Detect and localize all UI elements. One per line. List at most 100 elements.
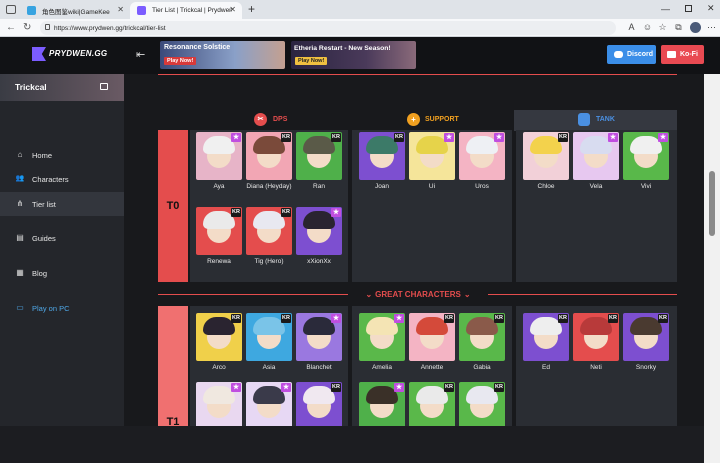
character-card[interactable]: ★ Vivi — [623, 132, 669, 196]
sidebar-item-home[interactable]: ⌂ Home — [0, 144, 124, 166]
character-portrait: ★ — [359, 313, 405, 361]
scrollbar-thumb[interactable] — [709, 171, 715, 236]
character-card[interactable]: KR Annette — [409, 313, 455, 377]
character-portrait: KR — [246, 132, 292, 180]
kr-badge: KR — [558, 133, 568, 142]
character-portrait: KR — [196, 313, 242, 361]
refresh-icon[interactable]: ↻ — [23, 22, 31, 34]
character-card[interactable]: KRMayo (Cool) — [296, 382, 342, 426]
discord-button[interactable]: Discord — [607, 45, 656, 64]
banner-play-button[interactable]: Play Now! — [295, 57, 328, 65]
character-card[interactable]: ★Epica — [196, 382, 242, 426]
banner-resonance-solstice[interactable]: Resonance Solstice Play Now! — [160, 41, 285, 69]
character-card[interactable]: ★ Uros — [459, 132, 505, 196]
tier-label-t0: T0 — [158, 130, 188, 282]
profile-icon[interactable] — [6, 5, 16, 14]
great-characters-label: GREAT CHARACTERS — [375, 290, 461, 299]
kofi-button[interactable]: Ko-Fi — [661, 45, 704, 64]
collapse-sidebar-icon[interactable]: ⇤ — [136, 48, 145, 61]
minimize-icon[interactable]: — — [661, 4, 670, 14]
discord-icon — [614, 51, 623, 58]
character-card[interactable]: ★Kidian — [246, 382, 292, 426]
kofi-label: Ko-Fi — [680, 51, 698, 58]
banner-etheria-restart[interactable]: Etheria Restart - New Season! Play Now! — [291, 41, 416, 69]
monitor-icon: ▭ — [16, 303, 24, 312]
newspaper-icon: ▦ — [16, 268, 24, 277]
logo-text: PRYDWEN.GG — [49, 49, 108, 58]
maximize-icon[interactable] — [685, 5, 692, 12]
character-card[interactable]: KR Ran — [296, 132, 342, 196]
logo[interactable]: PRYDWEN.GG — [32, 45, 107, 65]
close-tab-icon[interactable]: ✕ — [229, 5, 236, 14]
character-card[interactable]: KR Renewa — [196, 207, 242, 271]
character-card[interactable]: ★Hilde — [359, 382, 405, 426]
kr-badge: KR — [394, 133, 404, 142]
character-name: Gabia — [473, 364, 491, 371]
more-menu-icon[interactable]: ⋯ — [706, 22, 717, 33]
character-card[interactable]: KR Gabia — [459, 313, 505, 377]
character-card[interactable]: KR Arco — [196, 313, 242, 377]
sidebar-item-tier-list[interactable]: ⋔ Tier list — [0, 192, 124, 216]
character-card[interactable]: ★ Ui — [409, 132, 455, 196]
star-badge-icon: ★ — [281, 383, 291, 392]
character-card[interactable]: KR Diana (Heyday) — [246, 132, 292, 196]
character-card[interactable]: ★ Blanchet — [296, 313, 342, 377]
star-badge-icon: ★ — [394, 383, 404, 392]
sidebar-item-guides[interactable]: ▤ Guides — [0, 227, 124, 249]
kr-badge: KR — [494, 314, 504, 323]
character-card[interactable]: KR Chloe — [523, 132, 569, 196]
sidebar-item-play-on-pc[interactable]: ▭ Play on PC — [0, 297, 124, 319]
character-card[interactable]: ★ Aya — [196, 132, 242, 196]
star-badge-icon: ★ — [331, 314, 341, 323]
kr-badge: KR — [444, 314, 454, 323]
sitemap-icon: ⋔ — [16, 199, 24, 208]
character-card[interactable]: KR Snorky — [623, 313, 669, 377]
close-window-icon[interactable]: ✕ — [707, 3, 715, 14]
sidebar-item-label: Blog — [32, 268, 48, 278]
sidebar-item-blog[interactable]: ▦ Blog — [0, 262, 124, 284]
great-characters-heading: ⌄ GREAT CHARACTERS ⌄ — [358, 288, 478, 301]
banner-title: Etheria Restart - New Season! — [294, 45, 391, 52]
character-card[interactable]: KR Joan — [359, 132, 405, 196]
character-card[interactable]: KR Tig (Hero) — [246, 207, 292, 271]
character-card[interactable]: ★ Vela — [573, 132, 619, 196]
back-icon[interactable]: ← — [6, 22, 16, 34]
character-portrait: ★ — [196, 132, 242, 180]
star-badge-icon: ★ — [444, 133, 454, 142]
switch-game-icon[interactable] — [100, 83, 108, 90]
character-portrait: ★ — [409, 132, 455, 180]
section-divider — [158, 74, 677, 75]
star-badge-icon: ★ — [231, 383, 241, 392]
browser-tab-prydwen[interactable]: Tier List | Trickcal | Prydwen Institu ✕ — [130, 2, 242, 19]
page-scrollbar[interactable] — [704, 74, 720, 463]
character-card[interactable]: KR Neti — [573, 313, 619, 377]
character-portrait: ★ — [246, 382, 292, 426]
url-input[interactable]: https://www.prydwen.gg/trickcal/tier-lis… — [40, 21, 616, 35]
collections-icon[interactable]: ⧉ — [673, 22, 684, 33]
character-card[interactable]: KRNaia — [459, 382, 505, 426]
character-portrait: KR — [409, 313, 455, 361]
column-header-support: + SUPPORT — [407, 113, 459, 126]
character-card[interactable]: KRMakasha — [409, 382, 455, 426]
reader-icon[interactable]: ☺ — [642, 22, 653, 33]
account-avatar-icon[interactable] — [690, 22, 701, 33]
character-card[interactable]: KR Ed — [523, 313, 569, 377]
character-card[interactable]: KR Asia — [246, 313, 292, 377]
character-name: Vivi — [640, 183, 652, 190]
character-card[interactable]: ★ Amelia — [359, 313, 405, 377]
character-card[interactable]: ★ xXionXx — [296, 207, 342, 271]
character-portrait: ★ — [573, 132, 619, 180]
kr-badge: KR — [658, 314, 668, 323]
translate-icon[interactable]: A — [626, 22, 637, 33]
character-portrait: KR — [296, 382, 342, 426]
favorite-star-icon[interactable]: ☆ — [657, 22, 668, 33]
support-icon: + — [407, 113, 420, 126]
new-tab-icon[interactable]: + — [248, 2, 255, 16]
sidebar-item-characters[interactable]: 👥 Characters — [0, 168, 124, 190]
character-portrait: KR — [246, 313, 292, 361]
close-tab-icon[interactable]: ✕ — [117, 5, 124, 14]
star-badge-icon: ★ — [331, 208, 341, 217]
browser-tab-gamekee[interactable]: 角色图鉴wiki|GameKee ✕ — [20, 2, 130, 19]
browser-tab-bar: 角色图鉴wiki|GameKee ✕ Tier List | Trickcal … — [0, 0, 720, 19]
banner-play-button[interactable]: Play Now! — [164, 57, 197, 65]
